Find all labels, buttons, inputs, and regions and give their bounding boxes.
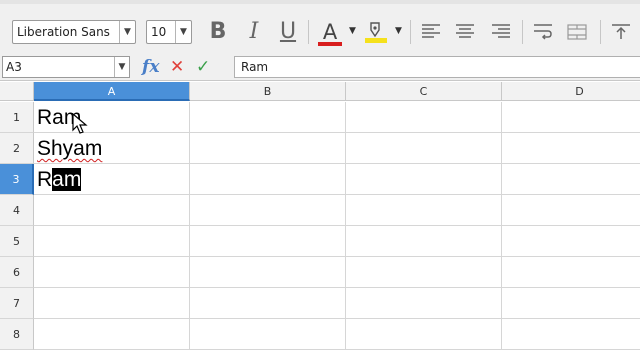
toolbar-separator — [410, 20, 411, 44]
grid-cell[interactable] — [190, 164, 346, 195]
row-header-5[interactable]: 5 — [0, 226, 34, 257]
column-header-c[interactable]: C — [346, 82, 502, 101]
row-header-7[interactable]: 7 — [0, 288, 34, 319]
column-header-a[interactable]: A — [34, 82, 190, 101]
toolbar-separator — [308, 20, 309, 44]
wrap-text-button[interactable] — [530, 18, 556, 46]
grid-cell[interactable] — [190, 226, 346, 257]
grid-cell[interactable] — [346, 319, 502, 350]
toolbar-separator — [522, 20, 523, 44]
underline-button[interactable]: U — [274, 18, 302, 46]
align-top-button[interactable] — [608, 18, 634, 46]
cell-a3[interactable]: Ram — [37, 164, 82, 195]
grid-cell[interactable] — [502, 164, 640, 195]
font-color-swatch — [318, 42, 342, 46]
align-left-button[interactable] — [418, 18, 444, 46]
name-box-value: A3 — [6, 60, 22, 74]
grid-cell[interactable] — [190, 133, 346, 164]
grid-cell[interactable] — [346, 164, 502, 195]
grid-cell[interactable] — [346, 102, 502, 133]
bold-button[interactable]: B — [204, 18, 232, 46]
grid-cell[interactable] — [346, 257, 502, 288]
align-left-icon — [422, 24, 440, 38]
align-center-button[interactable] — [452, 18, 478, 46]
grid-cell[interactable] — [346, 133, 502, 164]
merge-cells-button[interactable] — [564, 18, 590, 46]
select-all-corner[interactable] — [0, 82, 34, 101]
font-color-button[interactable]: A — [316, 18, 344, 46]
merge-cells-icon — [567, 24, 587, 40]
grid-cell[interactable] — [502, 257, 640, 288]
align-center-icon — [456, 24, 474, 38]
italic-button[interactable]: I — [240, 18, 268, 46]
row-header-1[interactable]: 1 — [0, 102, 34, 133]
font-name-value: Liberation Sans — [17, 25, 110, 39]
grid-cell[interactable] — [346, 195, 502, 226]
row-header-8[interactable]: 8 — [0, 319, 34, 350]
row-header-3[interactable]: 3 — [0, 164, 34, 195]
cancel-icon[interactable]: ✕ — [170, 57, 188, 77]
grid-cell[interactable] — [502, 195, 640, 226]
accept-icon[interactable]: ✓ — [196, 57, 214, 77]
formatting-toolbar: Liberation Sans ▼ 10 ▼ B I U A ▼ ▼ — [0, 0, 640, 52]
grid-cell[interactable] — [502, 133, 640, 164]
chevron-down-icon[interactable]: ▼ — [114, 57, 129, 77]
grid-cell[interactable] — [34, 257, 190, 288]
chevron-down-icon[interactable]: ▼ — [395, 26, 402, 36]
align-right-icon — [492, 24, 510, 38]
grid-cell[interactable] — [190, 195, 346, 226]
mouse-pointer-icon — [72, 113, 88, 134]
grid-cell[interactable] — [502, 226, 640, 257]
row-header-6[interactable]: 6 — [0, 257, 34, 288]
formula-input[interactable]: Ram — [234, 56, 640, 78]
toolbar-top-strip — [0, 0, 640, 4]
formula-bar: A3 ▼ fx ✕ ✓ Ram — [0, 52, 640, 81]
grid-cell[interactable] — [34, 319, 190, 350]
font-color-letter: A — [322, 20, 338, 44]
row-header-4[interactable]: 4 — [0, 195, 34, 226]
column-header-b[interactable]: B — [190, 82, 346, 101]
wrap-text-icon — [534, 24, 552, 40]
grid-cell[interactable] — [34, 226, 190, 257]
spreadsheet-grid: A B C D 1 2 3 4 5 6 7 8 Ram Shyam Ram — [0, 82, 640, 360]
chevron-down-icon[interactable]: ▼ — [349, 26, 356, 36]
function-wizard-button[interactable]: fx — [142, 57, 164, 77]
font-size-value: 10 — [151, 25, 167, 39]
grid-cell[interactable] — [502, 102, 640, 133]
grid-cell[interactable] — [346, 226, 502, 257]
font-size-select[interactable]: 10 ▼ — [146, 20, 192, 44]
grid-cell[interactable] — [34, 195, 190, 226]
grid-cell[interactable] — [34, 288, 190, 319]
grid-cell[interactable] — [346, 288, 502, 319]
grid-cell[interactable] — [190, 288, 346, 319]
cell-a2[interactable]: Shyam — [37, 133, 102, 164]
name-box[interactable]: A3 ▼ — [2, 56, 130, 78]
cell-a3-text-prefix: R — [37, 168, 53, 191]
row-header-2[interactable]: 2 — [0, 133, 34, 164]
grid-cell[interactable] — [190, 102, 346, 133]
grid-cell[interactable] — [190, 319, 346, 350]
toolbar-separator — [600, 20, 601, 44]
grid-cell[interactable] — [190, 257, 346, 288]
align-right-button[interactable] — [488, 18, 514, 46]
cell-a3-selected-text: am — [52, 168, 82, 191]
grid-cell[interactable] — [502, 288, 640, 319]
chevron-down-icon[interactable]: ▼ — [119, 21, 135, 43]
chevron-down-icon[interactable]: ▼ — [175, 21, 191, 43]
font-name-select[interactable]: Liberation Sans ▼ — [12, 20, 136, 44]
grid-cell[interactable] — [502, 319, 640, 350]
highlighter-icon — [365, 22, 387, 43]
highlight-button[interactable] — [362, 18, 390, 46]
column-header-d[interactable]: D — [502, 82, 640, 101]
align-top-icon — [612, 24, 630, 39]
